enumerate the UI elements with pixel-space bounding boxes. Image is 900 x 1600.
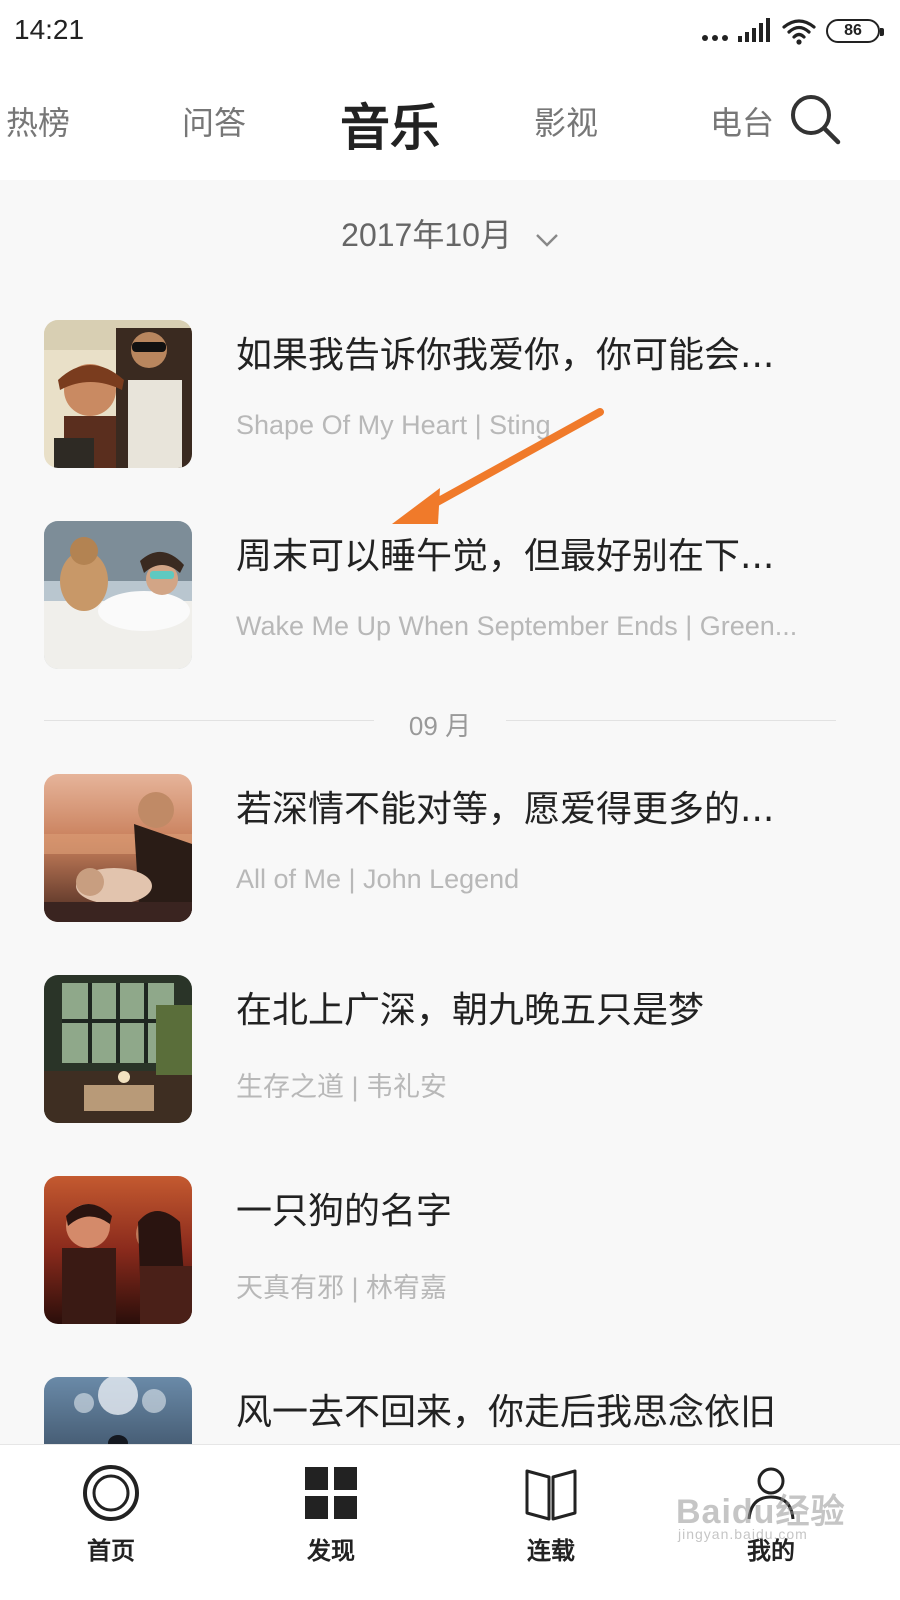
- bottom-tab-home[interactable]: 首页: [56, 1463, 166, 1593]
- wifi-icon: [782, 19, 816, 45]
- bottom-tab-mine[interactable]: 我的: [716, 1463, 826, 1593]
- album-cover: [44, 521, 192, 669]
- search-icon: [791, 95, 841, 145]
- more-dots-icon: [702, 17, 728, 45]
- bottom-tab-discover[interactable]: 发现: [276, 1463, 386, 1593]
- item-subtitle: All of Me | John Legend: [236, 864, 520, 894]
- item-title: 如果我告诉你我爱你，你可能会...: [236, 335, 775, 376]
- signal-icon: [738, 18, 770, 42]
- list-item[interactable]: 若深情不能对等，愿爱得更多的... All of Me | John Legen…: [0, 774, 900, 924]
- battery-icon: 86: [826, 19, 884, 43]
- book-icon: [525, 1469, 577, 1521]
- bottom-nav: 首页 发现 连载 我的: [0, 1444, 900, 1600]
- list-item[interactable]: 风一去不回来，你走后我思念依旧: [0, 1377, 900, 1444]
- home-circle-icon: [83, 1465, 139, 1521]
- status-time: 14:21: [14, 14, 85, 45]
- bottom-tab-label: 我的: [747, 1537, 795, 1565]
- album-cover: [44, 1377, 192, 1444]
- status-bar: 14:21 86: [0, 0, 900, 62]
- bottom-tab-label: 连载: [527, 1537, 575, 1565]
- top-nav: 热榜 问答 音乐 影视 电台: [0, 62, 900, 180]
- month-divider: 09 月: [44, 706, 836, 741]
- item-title: 风一去不回来，你走后我思念依旧: [236, 1392, 777, 1433]
- list-item[interactable]: 在北上广深，朝九晚五只是梦 生存之道 | 韦礼安: [0, 975, 900, 1125]
- tab-music[interactable]: 音乐: [340, 88, 440, 160]
- album-cover: [44, 1176, 192, 1324]
- chevron-down-icon: [535, 219, 559, 256]
- list-item[interactable]: 周末可以睡午觉，但最好别在下... Wake Me Up When Septem…: [0, 521, 900, 671]
- item-title: 若深情不能对等，愿爱得更多的...: [236, 789, 775, 830]
- item-subtitle: 天真有邪 | 林宥嘉: [236, 1273, 448, 1303]
- bottom-tab-label: 发现: [307, 1537, 355, 1565]
- status-icons: 86: [702, 16, 884, 46]
- item-title: 周末可以睡午觉，但最好别在下...: [236, 536, 775, 577]
- month-label: 2017年10月: [341, 217, 512, 253]
- album-cover: [44, 320, 192, 468]
- item-title: 在北上广深，朝九晚五只是梦: [236, 990, 705, 1031]
- item-title: 一只狗的名字: [236, 1191, 453, 1232]
- music-list: 2017年10月 如果我告诉你我爱你，你可能会... Shape Of My H…: [0, 180, 900, 1444]
- album-cover: [44, 774, 192, 922]
- item-subtitle: Shape Of My Heart | Sting: [236, 410, 551, 440]
- item-subtitle: 生存之道 | 韦礼安: [236, 1072, 448, 1102]
- item-subtitle: Wake Me Up When September Ends | Green..…: [236, 611, 798, 641]
- tab-qa[interactable]: 问答: [182, 98, 246, 144]
- search-button[interactable]: [788, 92, 844, 148]
- album-cover: [44, 975, 192, 1123]
- tab-video[interactable]: 影视: [534, 98, 598, 144]
- month-selector[interactable]: 2017年10月: [0, 210, 900, 256]
- tab-radio[interactable]: 电台: [710, 98, 774, 144]
- list-item[interactable]: 一只狗的名字 天真有邪 | 林宥嘉: [0, 1176, 900, 1326]
- divider-label: 09 月: [408, 711, 472, 741]
- bottom-tab-label: 首页: [87, 1537, 135, 1565]
- bottom-tab-serial[interactable]: 连载: [496, 1463, 606, 1593]
- person-icon: [747, 1467, 795, 1520]
- tab-hot[interactable]: 热榜: [6, 98, 70, 144]
- grid-icon: [305, 1467, 357, 1519]
- list-item[interactable]: 如果我告诉你我爱你，你可能会... Shape Of My Heart | St…: [0, 320, 900, 470]
